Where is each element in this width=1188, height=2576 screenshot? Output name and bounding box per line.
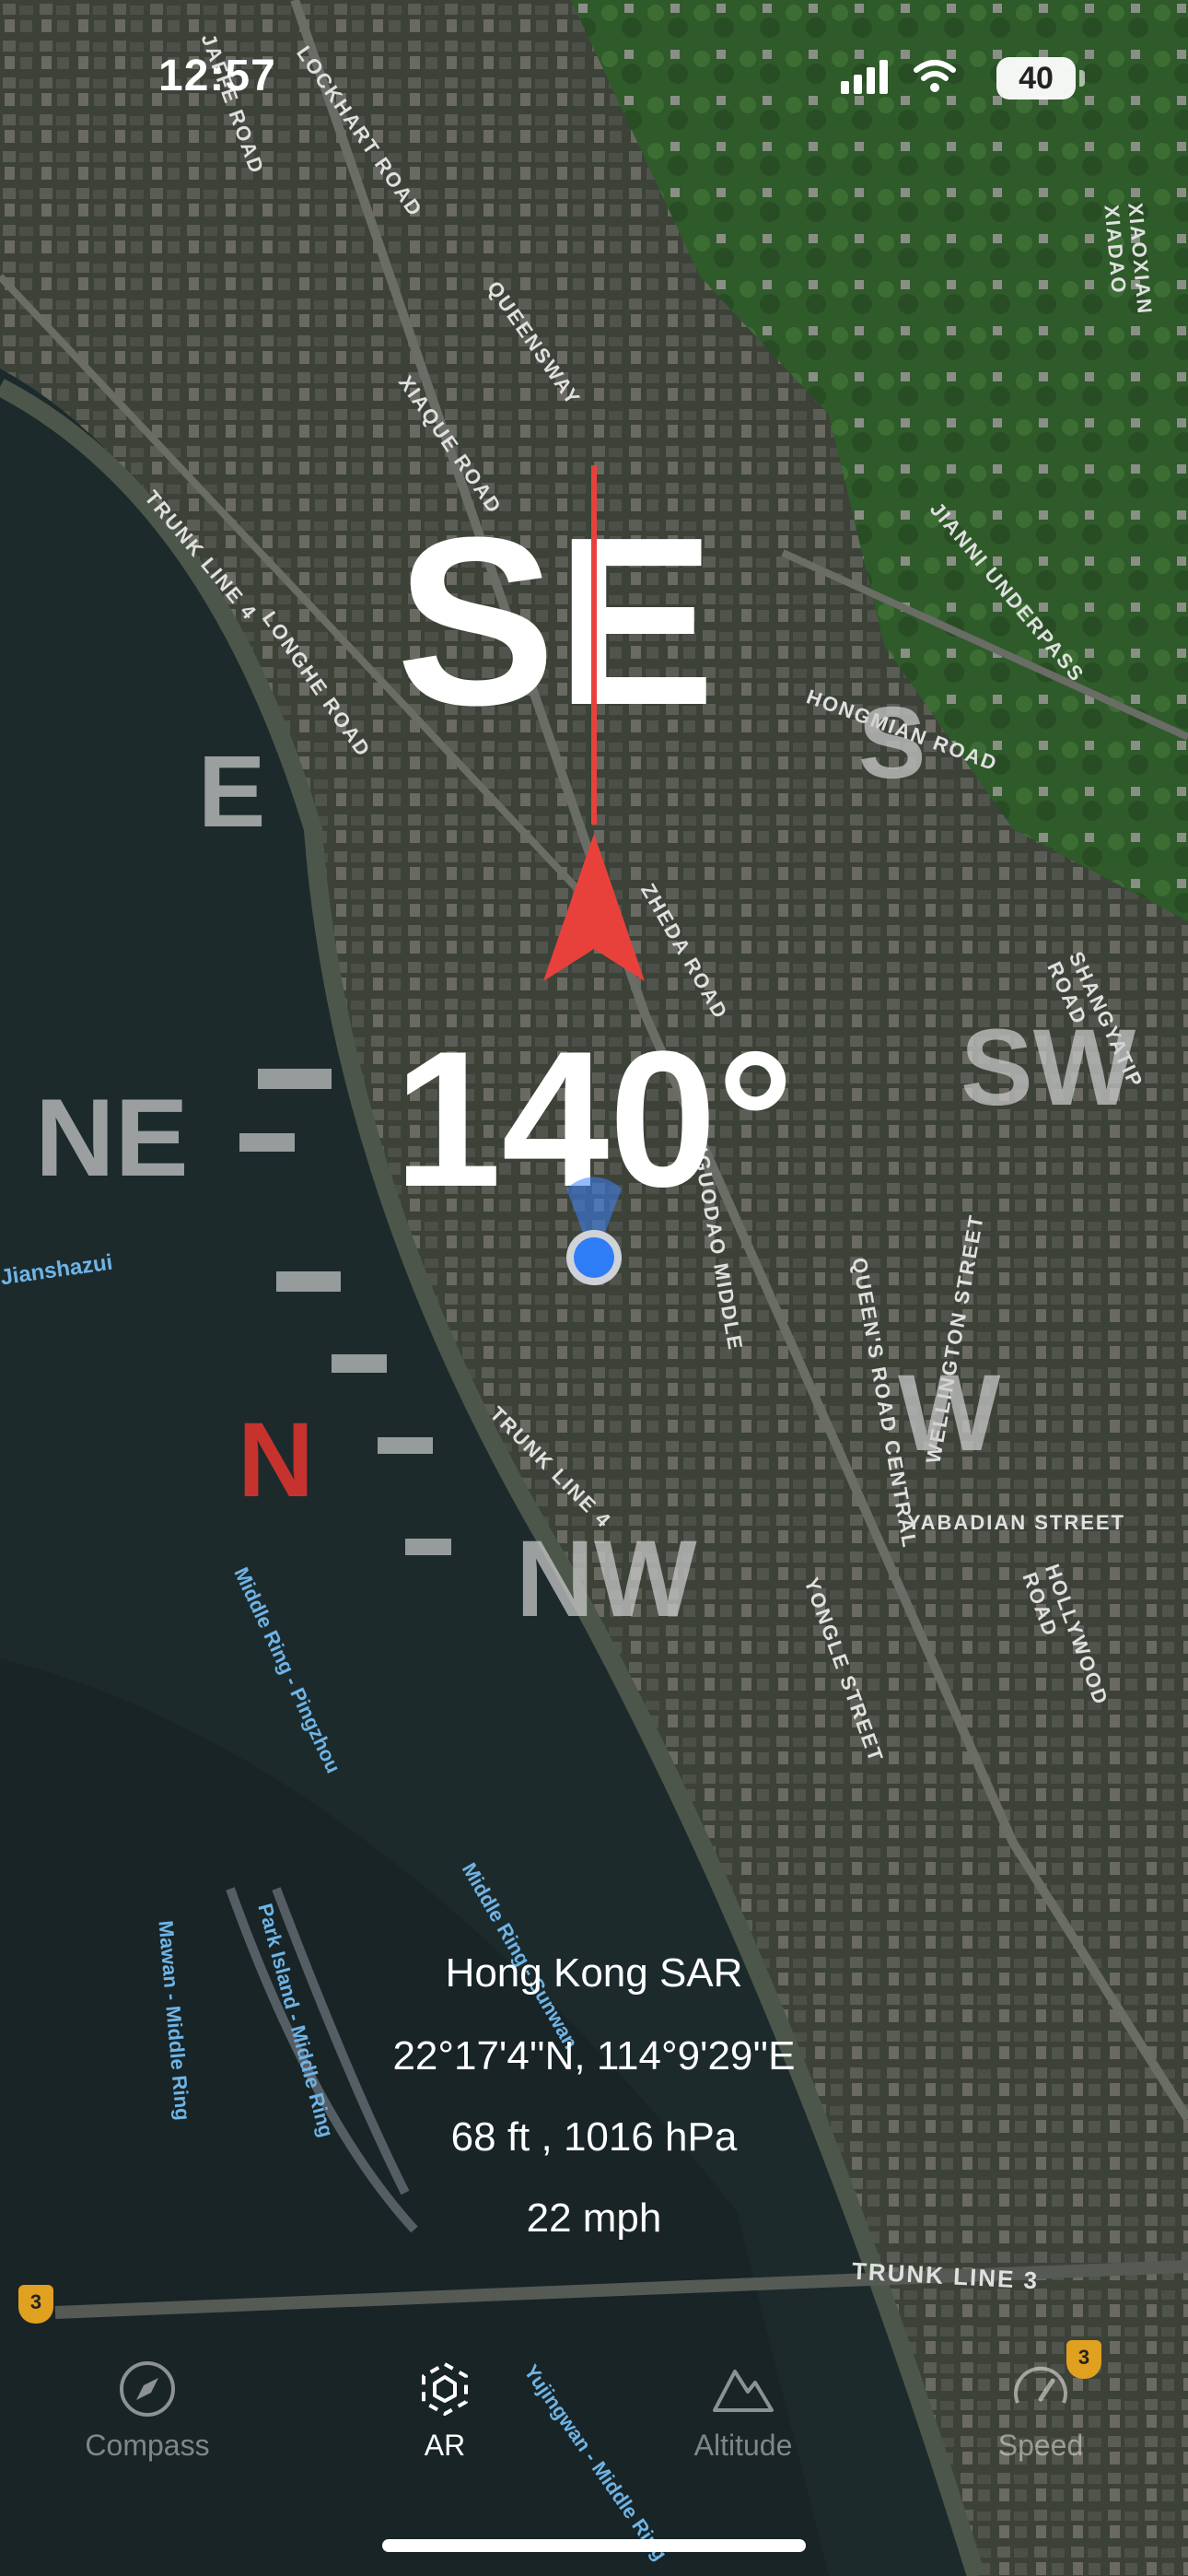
direction-e: E (198, 735, 266, 849)
heading-pointer-icon (543, 465, 645, 981)
battery-indicator: 40 (996, 57, 1076, 100)
status-time: 12:57 (158, 52, 276, 100)
tab-compass[interactable]: Compass (37, 2359, 258, 2463)
status-bar: 12:57 40 (0, 0, 1188, 138)
direction-nw: NW (516, 1518, 697, 1640)
speed-readout: 22 mph (526, 2195, 662, 2241)
tab-label: Compass (85, 2429, 210, 2462)
tab-label: Speed (997, 2429, 1084, 2462)
battery-cap (1079, 70, 1085, 87)
direction-s: S (858, 686, 926, 800)
route-shield-badge: 3 (18, 2285, 53, 2324)
altitude-pressure: 68 ft , 1016 hPa (450, 2114, 738, 2160)
coordinates: 22°17'4''N, 114°9'29''E (392, 2033, 796, 2078)
home-indicator[interactable] (382, 2539, 806, 2552)
tab-label: Altitude (693, 2429, 793, 2462)
tab-label: AR (424, 2429, 466, 2462)
ar-icon (422, 2362, 468, 2416)
tab-speed[interactable]: Speed (930, 2359, 1151, 2463)
location-dot-icon[interactable] (557, 1170, 631, 1290)
mountain-icon (713, 2370, 774, 2412)
signal-wifi-icon (841, 60, 956, 94)
direction-n: N (238, 1401, 315, 1519)
place-name: Hong Kong SAR (445, 1950, 743, 1996)
compass-icon (120, 2361, 175, 2417)
tab-bar: Compass AR Altitude Speed (0, 2359, 1188, 2506)
map-label: YABADIAN STREET (907, 1511, 1125, 1534)
direction-w: W (898, 1352, 1001, 1474)
speedometer-icon (1014, 2366, 1067, 2404)
tab-altitude[interactable]: Altitude (633, 2359, 854, 2463)
tab-ar[interactable]: AR (334, 2359, 555, 2463)
